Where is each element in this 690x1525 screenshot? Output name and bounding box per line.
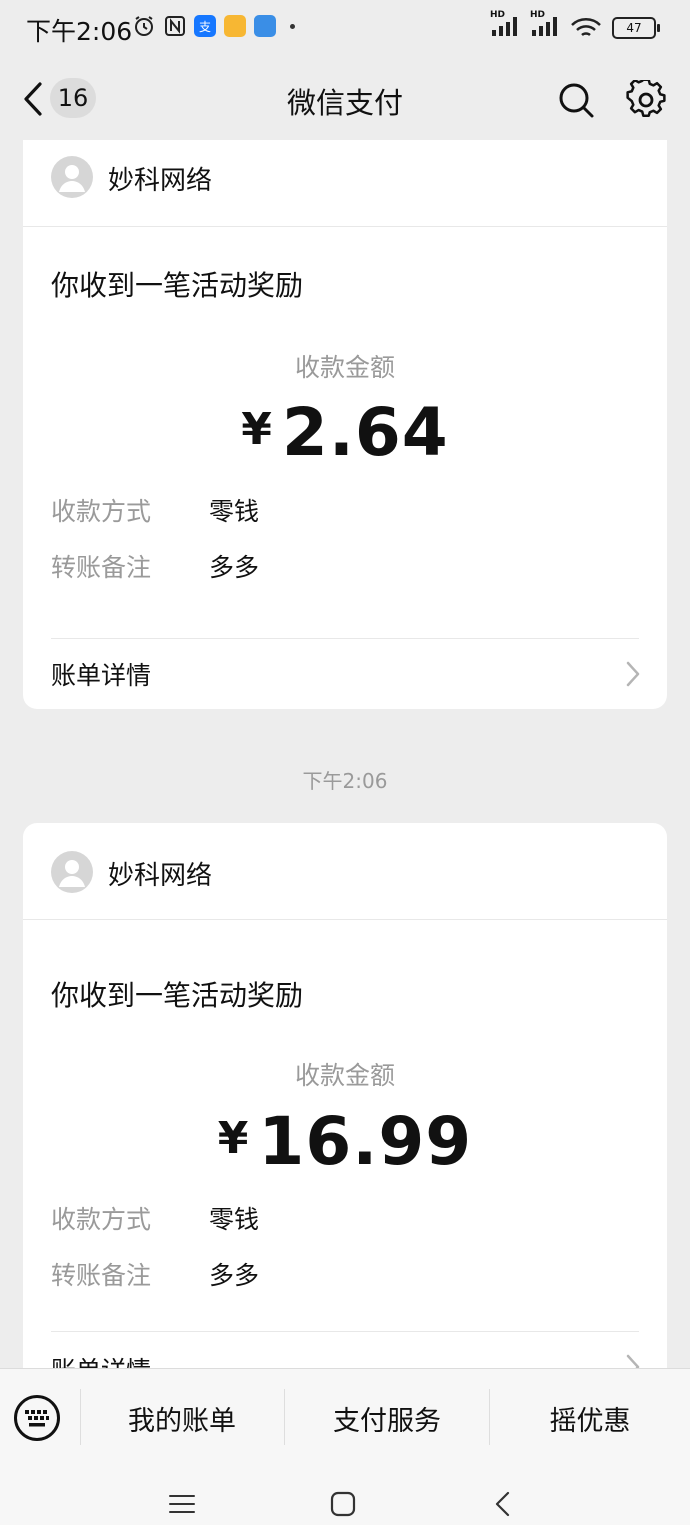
amount-value: 2.64 (281, 394, 449, 471)
amount-value: 16.99 (258, 1103, 473, 1180)
more-notifications-dot (290, 23, 295, 29)
transfer-note-value: 多多 (209, 553, 260, 582)
menu-payment-services[interactable]: 支付服务 (285, 1369, 489, 1467)
amount-label: 收款金额 (294, 353, 395, 382)
amount: ¥2.64 (23, 394, 667, 471)
status-system-icons: HD HD 47 (490, 10, 660, 42)
bill-details-label: 账单详情 (51, 661, 152, 690)
avatar[interactable] (51, 851, 93, 893)
message-list[interactable]: 妙科网络 你收到一笔活动奖励 收款金额 ¥2.64 收款方式 零钱 转账备注 多… (0, 140, 690, 1368)
system-navigation-bar (0, 1466, 690, 1525)
chevron-right-icon (626, 661, 640, 687)
search-icon[interactable] (556, 80, 596, 120)
signal-icon: HD (490, 10, 520, 42)
payment-card[interactable]: 妙科网络 你收到一笔活动奖励 收款金额 ¥2.64 收款方式 零钱 转账备注 多… (23, 140, 667, 709)
avatar[interactable] (51, 156, 93, 198)
notes-app-icon (224, 15, 246, 37)
top-navigation-bar: 16 微信支付 (0, 58, 690, 140)
payment-method-value: 零钱 (209, 1205, 260, 1234)
menu-my-bills[interactable]: 我的账单 (80, 1369, 284, 1467)
battery-icon: 47 (612, 17, 660, 39)
merchant-name: 妙科网络 (108, 861, 213, 891)
chevron-right-icon (626, 1354, 640, 1368)
bill-details-row[interactable]: 账单详情 (23, 1331, 667, 1368)
back-icon[interactable] (488, 1488, 520, 1520)
card-app-icon (254, 15, 276, 37)
payment-method-value: 零钱 (209, 497, 260, 526)
keyboard-icon[interactable] (13, 1394, 61, 1442)
card-header[interactable]: 妙科网络 (23, 823, 667, 920)
transfer-note-label: 转账备注 (51, 1261, 152, 1290)
payment-method-label: 收款方式 (51, 1205, 152, 1234)
bill-details-label: 账单详情 (51, 1351, 151, 1368)
message-timestamp: 下午2:06 (302, 769, 388, 793)
status-notification-icons: 支 (132, 14, 295, 38)
card-title: 你收到一笔活动奖励 (51, 269, 304, 302)
menu-icon[interactable] (166, 1488, 198, 1520)
currency-symbol: ¥ (217, 1113, 249, 1164)
alarm-icon (135, 16, 153, 36)
home-icon[interactable] (327, 1488, 359, 1520)
currency-symbol: ¥ (241, 404, 272, 455)
payment-card[interactable]: 妙科网络 你收到一笔活动奖励 收款金额 ¥16.99 收款方式 零钱 转账备注 … (23, 823, 667, 1368)
amount: ¥16.99 (23, 1103, 667, 1180)
card-header[interactable]: 妙科网络 (23, 140, 667, 227)
bottom-menu-bar: 我的账单 支付服务 摇优惠 (0, 1368, 690, 1467)
alipay-icon: 支 (194, 15, 216, 37)
wifi-icon (571, 18, 601, 37)
transfer-note-label: 转账备注 (51, 553, 152, 582)
payment-method-label: 收款方式 (51, 497, 152, 526)
gear-icon[interactable] (626, 80, 666, 120)
transfer-note-value: 多多 (209, 1261, 260, 1290)
card-title: 你收到一笔活动奖励 (51, 979, 304, 1012)
status-bar: 下午2:06 支 HD HD 47 (0, 0, 690, 58)
status-time: 下午2:06 (26, 17, 133, 46)
bill-details-row[interactable]: 账单详情 (23, 638, 667, 709)
menu-shake-deals[interactable]: 摇优惠 (490, 1369, 690, 1467)
signal-icon: HD (530, 10, 560, 42)
amount-label: 收款金额 (294, 1061, 395, 1090)
nfc-icon (165, 16, 185, 36)
merchant-name: 妙科网络 (108, 166, 213, 196)
